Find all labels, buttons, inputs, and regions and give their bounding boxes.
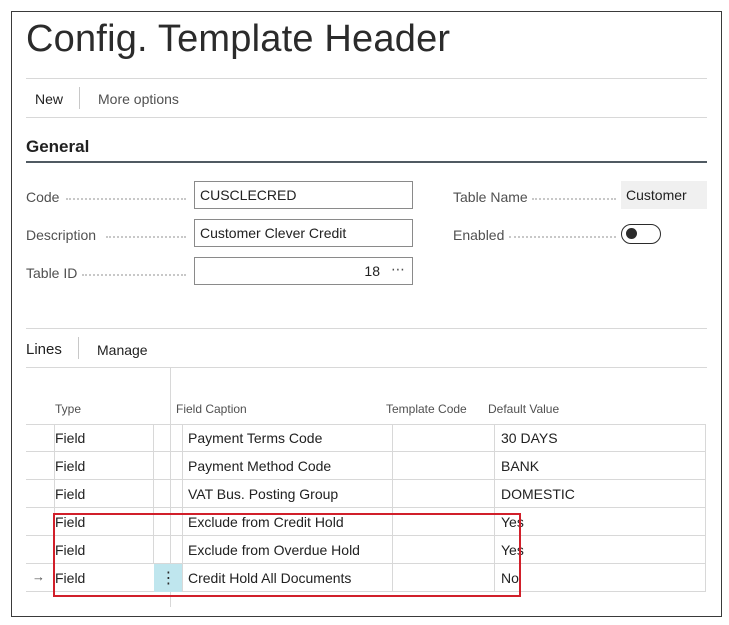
type-cell[interactable]: Field	[55, 480, 85, 508]
cell-divider	[494, 480, 495, 508]
table-name-value: Customer	[621, 181, 707, 209]
action-bar-divider	[26, 117, 707, 118]
cell-divider	[392, 508, 393, 536]
table-row[interactable]: Field Payment Terms Code 30 DAYS	[26, 424, 706, 452]
table-id-leader-dots	[82, 274, 186, 276]
default-value-cell[interactable]: BANK	[501, 452, 539, 480]
column-header-type[interactable]: Type	[55, 402, 81, 416]
current-row-arrow-icon: →	[32, 569, 45, 584]
default-value-cell[interactable]: No	[501, 564, 519, 592]
more-options-button[interactable]: More options	[98, 91, 179, 107]
cell-divider	[494, 536, 495, 564]
table-name-leader-dots	[532, 198, 616, 200]
cell-divider	[494, 452, 495, 480]
cell-divider	[182, 536, 183, 564]
cell-divider	[153, 424, 154, 452]
enabled-label: Enabled	[453, 227, 505, 243]
field-caption-cell[interactable]: Exclude from Overdue Hold	[188, 536, 360, 564]
field-caption-cell[interactable]: Credit Hold All Documents	[188, 564, 351, 592]
table-name-label: Table Name	[453, 189, 528, 205]
lines-top-divider	[26, 328, 707, 329]
column-header-default-value[interactable]: Default Value	[488, 402, 559, 416]
default-value-cell[interactable]: 30 DAYS	[501, 424, 558, 452]
table-id-value: 18	[364, 263, 380, 279]
field-caption-cell[interactable]: Exclude from Credit Hold	[188, 508, 344, 536]
grid-right-border	[705, 424, 706, 592]
general-section-title[interactable]: General	[26, 137, 89, 157]
cell-divider	[153, 452, 154, 480]
description-field[interactable]: Customer Clever Credit	[194, 219, 413, 247]
cell-divider	[182, 564, 183, 592]
cell-divider	[494, 564, 495, 592]
cell-divider	[182, 452, 183, 480]
page-title: Config. Template Header	[26, 18, 451, 60]
type-cell[interactable]: Field	[55, 424, 85, 452]
cell-divider	[392, 452, 393, 480]
table-row[interactable]: Field Exclude from Credit Hold Yes	[26, 508, 706, 536]
cell-divider	[392, 564, 393, 592]
cell-divider	[494, 508, 495, 536]
config-template-header-page: Config. Template Header New More options…	[11, 11, 722, 617]
description-leader-dots	[106, 236, 186, 238]
field-caption-cell[interactable]: Payment Terms Code	[188, 424, 322, 452]
cell-divider	[392, 424, 393, 452]
general-section-rule	[26, 161, 707, 163]
lines-separator	[78, 337, 79, 359]
cell-divider	[182, 508, 183, 536]
cell-divider	[153, 508, 154, 536]
cell-divider	[153, 480, 154, 508]
type-cell[interactable]: Field	[55, 564, 85, 592]
column-header-template-code[interactable]: Template Code	[386, 402, 467, 416]
cell-divider	[392, 480, 393, 508]
default-value-cell[interactable]: DOMESTIC	[501, 480, 575, 508]
cell-divider	[494, 424, 495, 452]
field-caption-cell[interactable]: VAT Bus. Posting Group	[188, 480, 338, 508]
table-row[interactable]: → Field ⋮ Credit Hold All Documents No	[26, 564, 706, 592]
table-row[interactable]: Field Exclude from Overdue Hold Yes	[26, 536, 706, 564]
type-cell[interactable]: Field	[55, 452, 85, 480]
lookup-ellipsis-icon[interactable]: ⋯	[391, 261, 406, 278]
field-caption-cell[interactable]: Payment Method Code	[188, 452, 331, 480]
default-value-cell[interactable]: Yes	[501, 536, 524, 564]
type-cell[interactable]: Field	[55, 536, 85, 564]
table-row[interactable]: Field VAT Bus. Posting Group DOMESTIC	[26, 480, 706, 508]
code-field[interactable]: CUSCLECRED	[194, 181, 413, 209]
default-value-cell[interactable]: Yes	[501, 508, 524, 536]
enabled-leader-dots	[509, 236, 616, 238]
row-menu-icon[interactable]: ⋮	[154, 564, 183, 592]
type-cell[interactable]: Field	[55, 508, 85, 536]
manage-button[interactable]: Manage	[97, 342, 148, 358]
code-label: Code	[26, 189, 60, 205]
new-button[interactable]: New	[35, 91, 63, 107]
cell-divider	[182, 424, 183, 452]
action-separator	[79, 87, 80, 109]
toggle-knob	[626, 228, 637, 239]
title-divider	[26, 78, 707, 79]
table-id-field[interactable]: 18 ⋯	[194, 257, 413, 285]
lines-tab[interactable]: Lines	[26, 341, 62, 358]
lines-header-divider	[26, 367, 707, 368]
table-row[interactable]: Field Payment Method Code BANK	[26, 452, 706, 480]
cell-divider	[392, 536, 393, 564]
description-label: Description	[26, 227, 97, 243]
enabled-toggle[interactable]	[621, 224, 661, 244]
code-leader-dots	[66, 198, 186, 200]
column-header-field-caption[interactable]: Field Caption	[176, 402, 247, 416]
table-id-label: Table ID	[26, 265, 78, 281]
cell-divider	[153, 536, 154, 564]
cell-divider	[182, 480, 183, 508]
